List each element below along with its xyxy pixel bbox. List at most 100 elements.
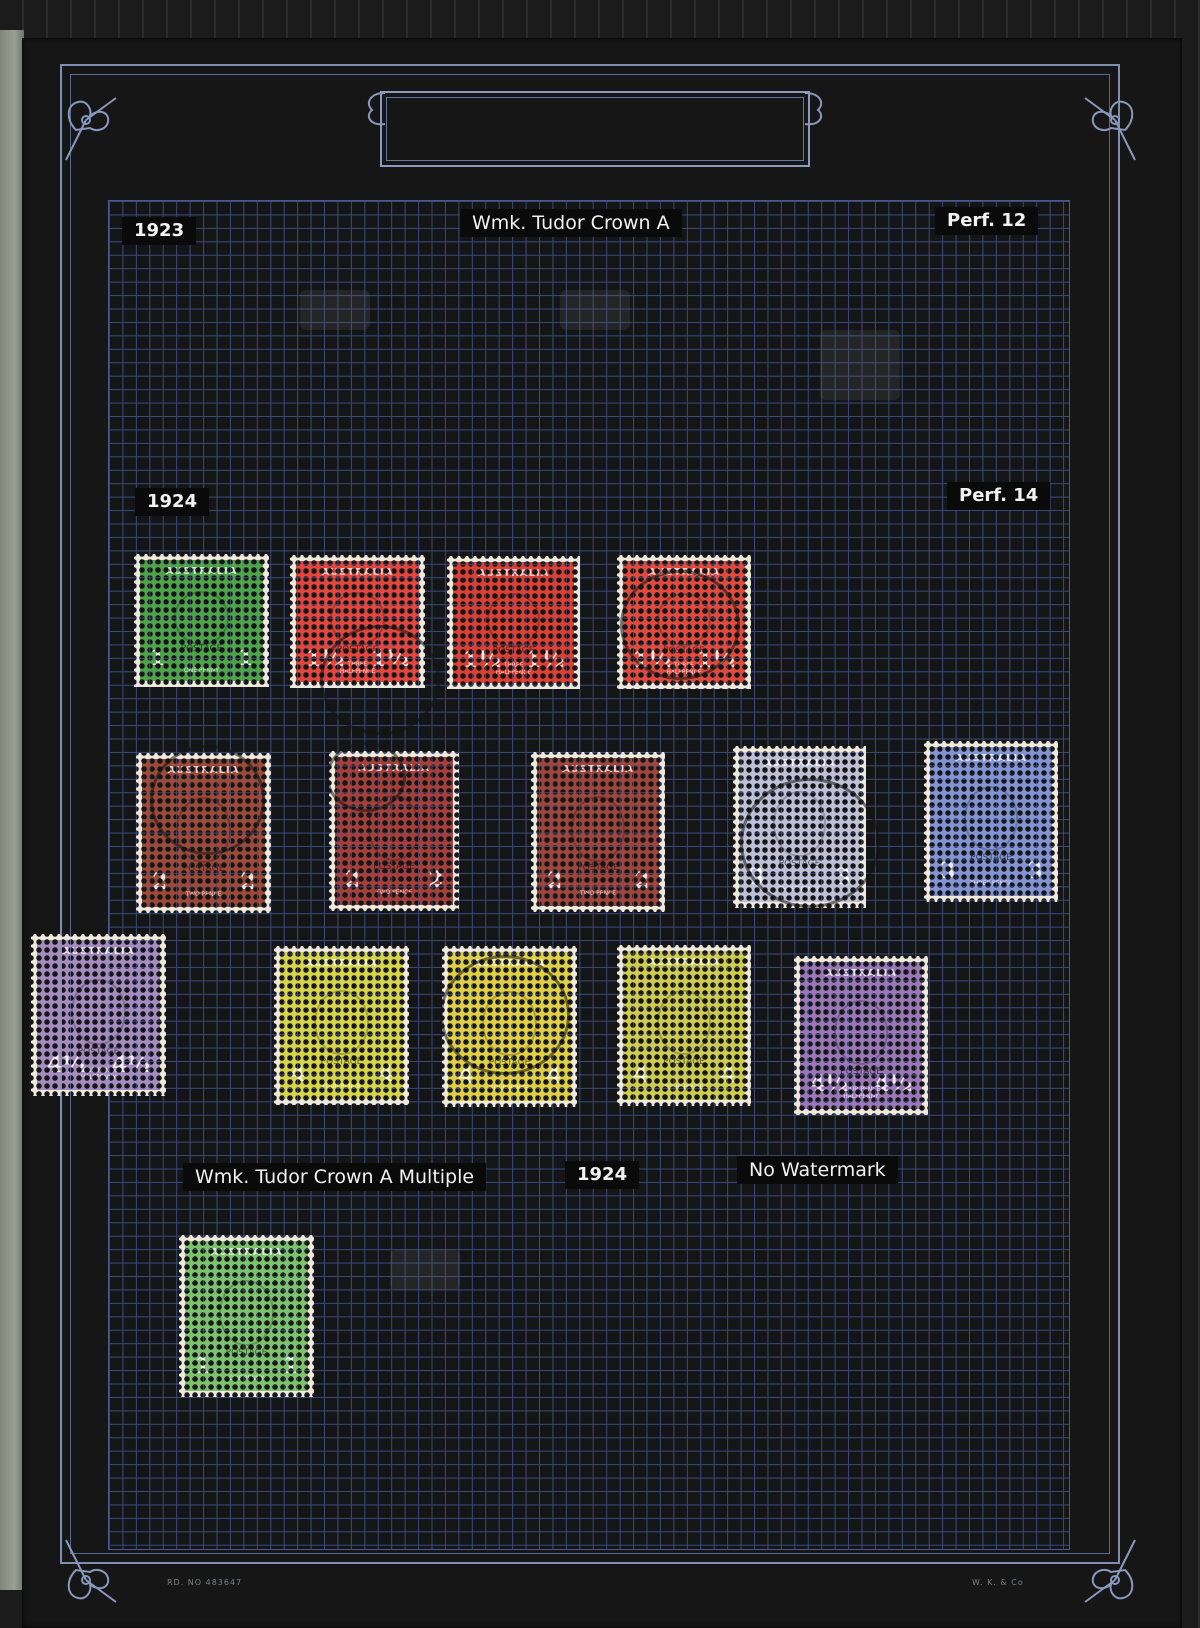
king-portrait (964, 785, 1018, 852)
stamp-postage-label: POSTAGE (320, 1056, 363, 1067)
stamp-design: AUSTRALIA POSTAGE 1 1 ONE PENNY (185, 1241, 308, 1391)
stamp: AUSTRALIA POSTAGE 4½ 4½ FOUR PENCE HALFPENNY (794, 956, 928, 1115)
stamp-value-left: 4 (457, 1063, 474, 1090)
stamp-value-left: 2 (344, 867, 360, 894)
hinge-mark (390, 1250, 460, 1290)
stamp-value-right: 2 (633, 868, 650, 895)
king-portrait (219, 1280, 274, 1346)
stamp-country: AUSTRALIA (648, 957, 720, 968)
stamp-value-text: FOUR PENCE HALFPENNY (841, 1086, 881, 1101)
stamp-country: AUSTRALIA (165, 566, 238, 577)
stamp-value-right: 3 (1026, 858, 1043, 885)
album-photo: 1923 Wmk. Tudor Crown A Perf. 12 1924 Pe… (0, 0, 1200, 1628)
album-spine (0, 30, 24, 1590)
stamp-design: AUSTRALIA POSTAGE 1½ 1½ THREE HALFPENCE (453, 562, 574, 683)
stamp-value-text: FOUR PENCE HALFPENNY (79, 1067, 118, 1081)
stamp-country: AUSTRALIA (62, 946, 135, 957)
stamp-value-right: 4 (545, 1063, 562, 1090)
stamp-value-left: 4 (289, 1061, 306, 1088)
stamp-value-text: TWO PENCE (185, 891, 222, 899)
stamp-value-text: TWO PENCE (579, 890, 617, 898)
stamp-value-right: 4 (719, 1062, 736, 1089)
stamp-design: AUSTRALIA POSTAGE 4 4 FOUR PENCE (623, 951, 745, 1100)
stamp-value-left: 2 (151, 869, 168, 896)
stamp: AUSTRALIA POSTAGE 4½ 4½ FOUR PENCE HALFPENNY (31, 934, 166, 1096)
title-ornament-left (367, 92, 386, 126)
stamp: AUSTRALIA POSTAGE 1 1 ONE PENNY (134, 554, 269, 687)
hinge-mark (820, 330, 900, 400)
postmark (320, 625, 440, 735)
perf-12-label: Perf. 12 (935, 207, 1039, 235)
stamp-value-text: ONE PENNY (229, 1375, 264, 1382)
stamp-value-left: 1 (149, 645, 166, 672)
corner-ornament-bottom-left (65, 1539, 117, 1603)
stamp-country: AUSTRALIA (562, 764, 634, 775)
stamp-value-text: ONE PENNY (184, 666, 219, 674)
stamp-postage-label: POSTAGE (663, 1057, 705, 1068)
stamp-value-text: THREE PENCE (970, 880, 1012, 888)
king-portrait (834, 1000, 888, 1065)
stamp-value-text: THREE HALFPENCE (495, 661, 532, 676)
multiple-watermark-heading: Wmk. Tudor Crown A Multiple (183, 1163, 487, 1191)
title-panel-inner (386, 97, 804, 161)
no-watermark-label: No Watermark (737, 1156, 898, 1184)
king-portrait (486, 593, 541, 647)
postmark (440, 955, 570, 1075)
year-label-1924: 1924 (135, 488, 210, 516)
king-portrait (314, 990, 369, 1055)
stamp-design: AUSTRALIA POSTAGE 4½ 4½ FOUR PENCE HALFPENNY (800, 962, 922, 1109)
footer-publisher: W. K. & Co (972, 1578, 1024, 1587)
stamp-value-left: 2 (546, 868, 563, 895)
stamp: AUSTRALIA POSTAGE 1 1 ONE PENNY (179, 1235, 314, 1397)
stamp-design: AUSTRALIA POSTAGE 1 1 ONE PENNY (140, 560, 263, 681)
stamp-design: AUSTRALIA POSTAGE 2 2 TWO PENCE (537, 758, 659, 906)
stamp-country: AUSTRALIA (210, 1247, 283, 1258)
stamp-design: AUSTRALIA POSTAGE 4 4 FOUR PENCE (280, 952, 403, 1099)
king-portrait (71, 979, 126, 1045)
stamp-value-right: 2 (428, 867, 444, 894)
stamp-design: AUSTRALIA POSTAGE 3 3 THREE PENCE (930, 747, 1052, 896)
stamp: AUSTRALIA POSTAGE 4 4 FOUR PENCE (274, 946, 409, 1105)
stamp: AUSTRALIA POSTAGE 2 2 TWO PENCE (531, 752, 665, 912)
stamp-country: AUSTRALIA (321, 567, 394, 578)
stamp-value-text: TWO PENCE (375, 889, 413, 897)
stamp-value-left: 4 (632, 1062, 649, 1089)
stamp-country: AUSTRALIA (825, 968, 897, 979)
postmark (740, 778, 880, 908)
stamp-postage-label: POSTAGE (373, 862, 415, 873)
king-portrait (571, 796, 625, 862)
postmark (150, 745, 265, 855)
hinge-mark (300, 290, 370, 330)
stamp: AUSTRALIA POSTAGE 1½ 1½ THREE HALFPENCE (447, 556, 580, 689)
postmark (326, 742, 406, 812)
stamp-postage-label: POSTAGE (970, 853, 1012, 864)
stamp-value-right: 1 (237, 645, 254, 672)
stamp-postage-label: POSTAGE (225, 1348, 268, 1358)
stamp-country: AUSTRALIA (305, 958, 378, 969)
stamp-design: AUSTRALIA POSTAGE 4½ 4½ FOUR PENCE HALFPENNY (37, 940, 160, 1090)
footer-registration: RD. NO 483647 (167, 1578, 243, 1587)
stamp-value-right: 2 (239, 869, 256, 896)
king-portrait (657, 989, 711, 1056)
stamp-postage-label: POSTAGE (182, 864, 225, 875)
stamp-country: AUSTRALIA (955, 753, 1027, 764)
stamp-value-text: FOUR PENCE (490, 1085, 529, 1093)
corner-ornament-top-right (1084, 97, 1136, 161)
perf-14-label: Perf. 14 (947, 482, 1051, 510)
stamp-value-text: FOUR PENCE (664, 1084, 704, 1092)
stamp-postage-label: POSTAGE (577, 863, 619, 874)
title-ornament-right (804, 92, 823, 126)
stamp-value-left: 3 (939, 858, 956, 885)
corner-ornament-bottom-right (1084, 1539, 1136, 1603)
stamp-value-text: FOUR PENCE (322, 1083, 361, 1091)
stamp-country: AUSTRALIA (763, 758, 836, 769)
stamp-value-left: 1 (194, 1353, 211, 1379)
hinge-mark (560, 290, 630, 330)
corner-ornament-top-left (65, 97, 117, 161)
year-label-1923: 1923 (122, 217, 197, 245)
stamp-country: AUSTRALIA (477, 568, 550, 579)
stamp-value-right: 4 (377, 1061, 394, 1088)
watermark-heading: Wmk. Tudor Crown A (460, 209, 682, 237)
multiple-year-label: 1924 (565, 1161, 640, 1189)
stamp: AUSTRALIA POSTAGE 3 3 THREE PENCE (924, 741, 1058, 902)
